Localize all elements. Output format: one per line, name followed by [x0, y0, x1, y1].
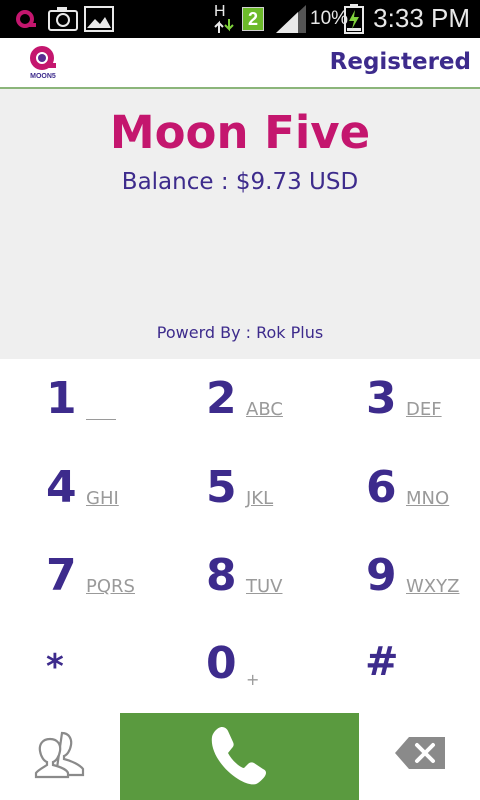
status-time: 3:33 PM [373, 3, 470, 33]
key-digit: 5 [206, 462, 237, 513]
app-logo: MOON5 [28, 45, 58, 83]
brand-title: Moon Five [109, 106, 371, 159]
signal-icon [276, 5, 306, 33]
notification-badge-icon: 2 [242, 7, 264, 31]
key-1[interactable]: 1 [0, 359, 160, 447]
key-letters: MNO [406, 488, 450, 509]
battery-percent: 10% [310, 8, 349, 29]
key-digit: # [365, 639, 399, 685]
dial-keypad: 1 2 ABC 3 DEF 4 GHI 5 JKL 6 MNO 7 PQRS 8… [0, 359, 480, 713]
key-2[interactable]: 2 ABC [160, 359, 320, 447]
key-0[interactable]: 0 + [160, 624, 320, 712]
account-info-panel: Moon Five Balance : $9.73 USD Powerd By … [0, 89, 480, 359]
key-4[interactable]: 4 GHI [0, 448, 160, 536]
key-digit: 7 [46, 550, 77, 601]
camera-icon [48, 7, 78, 31]
key-3[interactable]: 3 DEF [320, 359, 480, 447]
key-letters: GHI [86, 488, 119, 509]
key-7[interactable]: 7 PQRS [0, 536, 160, 624]
data-arrows-icon: H [212, 3, 238, 34]
key-digit: 9 [366, 550, 397, 601]
app-notification-icon [16, 10, 36, 28]
key-9[interactable]: 9 WXYZ [320, 536, 480, 624]
contacts-button[interactable] [0, 713, 120, 800]
logo-text: MOON5 [30, 73, 56, 80]
gallery-icon [84, 6, 114, 32]
app-header: MOON5 Registered [0, 38, 480, 89]
key-star[interactable]: * [0, 624, 160, 712]
key-6[interactable]: 6 MNO [320, 448, 480, 536]
backspace-button[interactable] [359, 713, 480, 800]
battery-charging-icon [344, 4, 364, 34]
key-digit: 1 [46, 373, 77, 424]
key-8[interactable]: 8 TUV [160, 536, 320, 624]
powered-by-text: Powerd By : Rok Plus [156, 323, 324, 342]
registration-status: Registered [329, 49, 471, 75]
key-hash[interactable]: # [320, 624, 480, 712]
key-letters: ABC [246, 399, 283, 420]
key-letters: JKL [246, 488, 274, 509]
key-letters: + [246, 670, 260, 689]
call-button[interactable] [120, 713, 359, 800]
key-digit: 8 [206, 550, 237, 601]
key-letters-blank [86, 419, 116, 420]
key-digit: 0 [206, 638, 237, 689]
key-digit: * [46, 647, 64, 687]
key-5[interactable]: 5 JKL [160, 448, 320, 536]
phone-icon [211, 727, 266, 785]
key-digit: 3 [366, 373, 397, 424]
key-digit: 4 [46, 462, 77, 513]
key-letters: WXYZ [406, 576, 460, 597]
status-bar: H 2 10% 3:33 PM [0, 0, 480, 38]
key-digit: 6 [366, 462, 397, 513]
key-letters: DEF [406, 399, 442, 420]
contacts-icon [34, 731, 85, 779]
key-digit: 2 [206, 373, 237, 424]
key-letters: PQRS [86, 576, 135, 597]
key-letters: TUV [246, 576, 283, 597]
backspace-icon [395, 737, 445, 769]
balance-text: Balance : $9.73 USD [121, 169, 359, 195]
bottom-action-bar [0, 713, 480, 800]
